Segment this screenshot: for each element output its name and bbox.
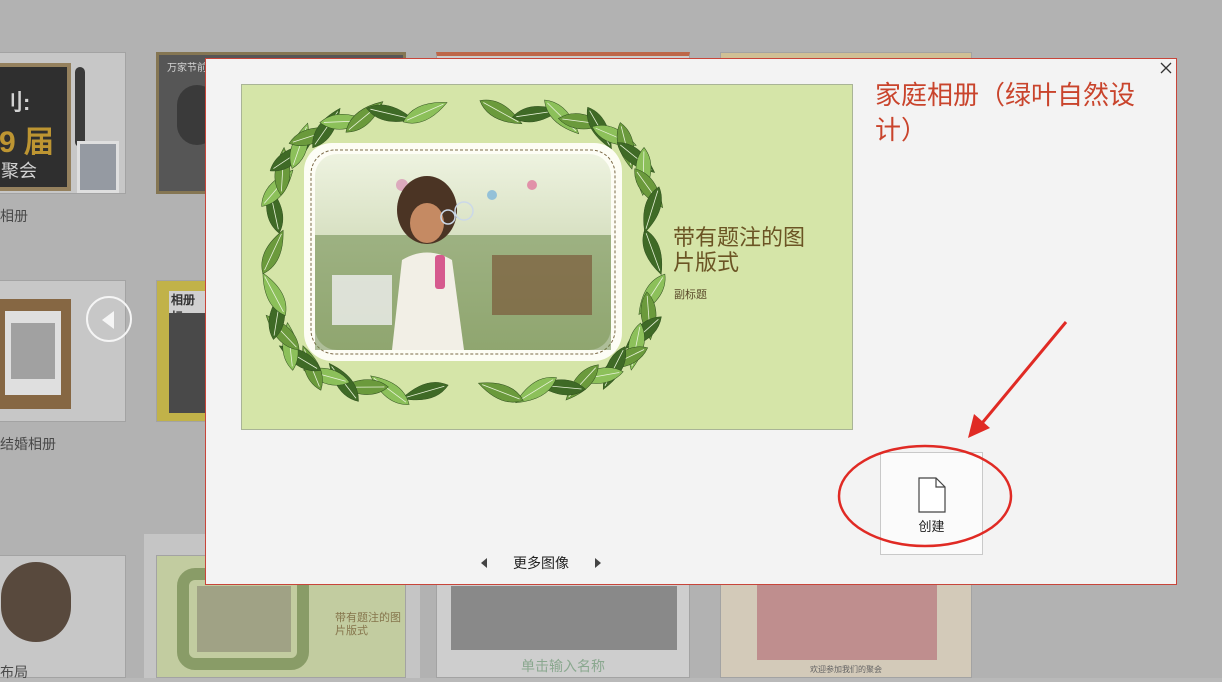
close-button[interactable]	[1158, 60, 1174, 76]
more-images-label: 更多图像	[513, 553, 569, 573]
next-image-icon[interactable]	[595, 558, 601, 568]
create-label: 创建	[881, 516, 982, 535]
template-title: 家庭相册（绿叶自然设计）	[875, 79, 1165, 149]
more-images-nav: 更多图像	[481, 553, 601, 573]
template-preview-image: 带有题注的图片版式 副标题	[241, 84, 853, 430]
new-document-icon	[918, 477, 946, 513]
create-button[interactable]: 创建	[880, 452, 983, 555]
preview-slide-title: 带有题注的图片版式	[673, 226, 823, 276]
template-preview-dialog: 带有题注的图片版式 副标题 家庭相册（绿叶自然设计） 更多图像 创建	[205, 58, 1177, 585]
previous-image-icon[interactable]	[481, 558, 487, 568]
close-icon	[1158, 60, 1174, 76]
preview-slide-subtitle: 副标题	[674, 286, 707, 302]
